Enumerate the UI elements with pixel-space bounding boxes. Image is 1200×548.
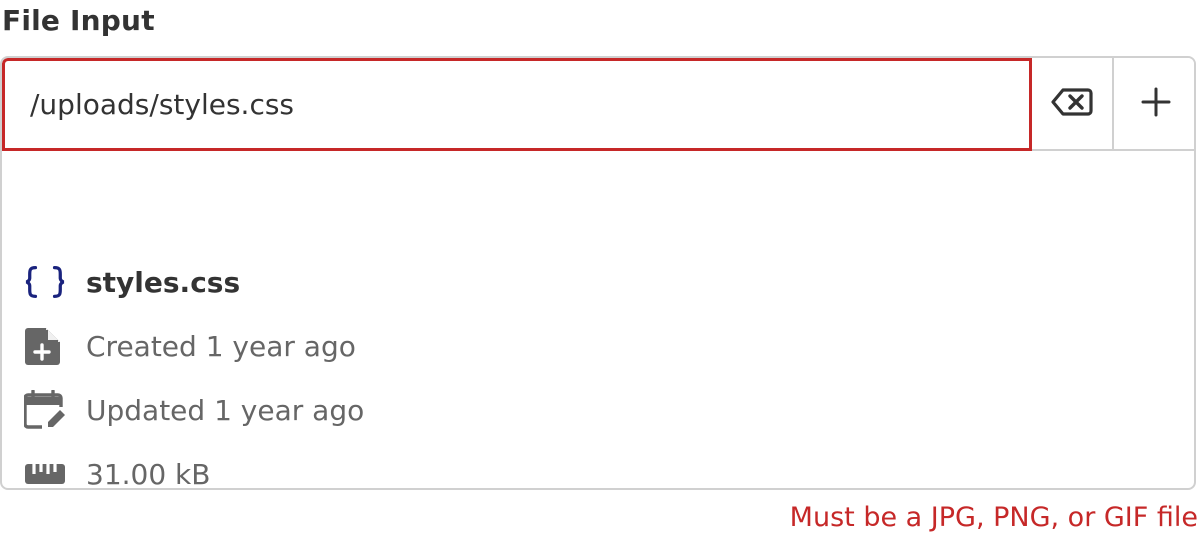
clear-button[interactable] bbox=[1032, 58, 1114, 149]
error-message: Must be a JPG, PNG, or GIF file bbox=[789, 502, 1198, 533]
size-row: 31.00 kB bbox=[24, 454, 211, 490]
file-path-input[interactable] bbox=[2, 58, 1032, 151]
file-name: styles.css bbox=[86, 265, 241, 299]
file-name-row: styles.css bbox=[24, 262, 240, 302]
ruler-icon bbox=[24, 454, 66, 488]
calendar-edit-icon bbox=[24, 390, 66, 430]
updated-date: Updated 1 year ago bbox=[86, 393, 365, 427]
input-row bbox=[2, 58, 1194, 151]
backspace-icon bbox=[1051, 87, 1093, 121]
code-braces-icon bbox=[24, 262, 66, 302]
created-date: Created 1 year ago bbox=[86, 329, 356, 363]
updated-row: Updated 1 year ago bbox=[24, 390, 364, 430]
plus-icon bbox=[1140, 86, 1172, 122]
file-plus-icon bbox=[24, 326, 66, 366]
file-size: 31.00 kB bbox=[86, 457, 211, 490]
field-label: File Input bbox=[2, 4, 155, 37]
add-button[interactable] bbox=[1114, 58, 1194, 149]
created-row: Created 1 year ago bbox=[24, 326, 356, 366]
file-input: styles.css Created 1 year ago bbox=[0, 56, 1196, 490]
